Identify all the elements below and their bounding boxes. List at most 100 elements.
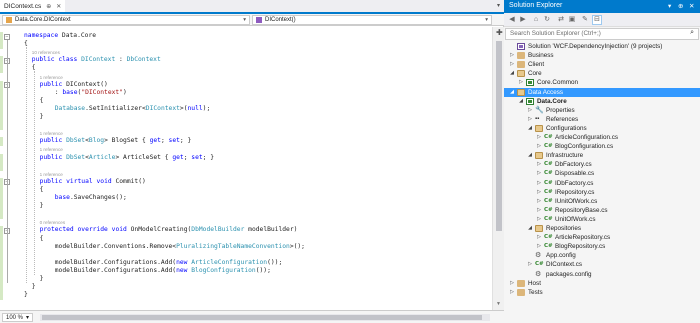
search-icon[interactable]: ⌕ [690,29,694,37]
solution-tree-item[interactable]: ▷ C# DbFactory.cs [504,160,700,169]
solution-tree-item[interactable]: ▷ C# BlogConfiguration.cs [504,142,700,151]
forward-icon[interactable]: ▶ [518,15,528,25]
preview-selected-icon[interactable]: ⊟ [592,15,602,25]
solution-tree-item[interactable]: ▷ C# DIContext.cs [504,260,700,269]
solution-search-input[interactable]: Search Solution Explorer (Ctrl+;) ⌕ [505,28,699,40]
zoom-level: 100 % [6,314,24,321]
solution-tree-item[interactable]: ▷ C# IDbFactory.cs [504,179,700,188]
codelens-label[interactable]: 1 reference [40,172,63,177]
collapsed-arrow-icon[interactable]: ▷ [536,206,542,215]
collapsed-arrow-icon[interactable]: ▷ [518,78,524,87]
config-icon: ⚙ [535,270,542,278]
solution-tree-item[interactable]: ◢ Repositories [504,224,700,233]
collapsed-arrow-icon[interactable]: ▷ [536,169,542,178]
tree-item-label: BlogConfiguration.cs [555,143,614,151]
chevron-down-icon[interactable]: ▾ [668,2,671,10]
wrench-icon: 🔧 [535,106,544,114]
solution-tree-item[interactable]: ▷ C# RepositoryBase.cs [504,206,700,215]
collapsed-arrow-icon[interactable]: ▷ [536,215,542,224]
solution-tree-item[interactable]: ▷ 🔧 Properties [504,106,700,115]
expanded-arrow-icon[interactable]: ◢ [527,124,533,133]
zoom-dropdown[interactable]: 100 % ▾ [2,313,34,322]
csharp-file-icon: C# [544,188,553,195]
solution-tree-item[interactable]: ▷ Business [504,51,700,60]
collapse-all-icon[interactable]: ▣ [567,15,577,25]
collapsed-arrow-icon[interactable]: ▷ [509,279,515,288]
expanded-arrow-icon[interactable]: ◢ [509,88,515,97]
vertical-scrollbar[interactable]: ▼ [492,27,504,310]
collapsed-arrow-icon[interactable]: ▷ [509,51,515,60]
collapsed-arrow-icon[interactable]: ▷ [509,288,515,297]
solution-tree-item[interactable]: ▷ C# ArticleConfiguration.cs [504,133,700,142]
solution-tree-item[interactable]: ▷ C# IRepository.cs [504,188,700,197]
back-icon[interactable]: ◀ [507,15,517,25]
scrollbar-thumb[interactable] [496,41,502,231]
expanded-arrow-icon[interactable]: ◢ [509,69,515,78]
pin-icon[interactable]: ⊕ [46,3,51,10]
chevron-down-icon: ▾ [485,17,488,23]
solution-tree-item[interactable]: ▷ Client [504,60,700,69]
member-navigation-dropdown[interactable]: DIContext() ▾ [252,15,492,25]
close-icon[interactable]: ✕ [56,3,61,10]
code-line: } [40,275,44,284]
collapsed-arrow-icon[interactable]: ▷ [527,260,533,269]
close-icon[interactable]: ✕ [689,2,694,10]
solution-tree-item[interactable]: ⚙ packages.config [504,270,700,279]
scroll-down-icon[interactable]: ▼ [496,301,501,307]
sync-icon[interactable]: ⇄ [556,15,566,25]
home-icon[interactable]: ⌂ [531,15,541,25]
change-marker [0,121,3,131]
type-navigation-dropdown[interactable]: Data.Core.DIContext ▾ [2,15,250,25]
solution-tree-item[interactable]: Solution 'WCF.DependencyInjection' (9 pr… [504,42,700,51]
codelens-label[interactable]: 1 reference [40,131,63,136]
solution-tree-item[interactable]: ▷ C# UnitOfWork.cs [504,215,700,224]
properties-icon[interactable]: ✎ [580,15,590,25]
solution-tree-item[interactable]: ⚙ App.config [504,251,700,260]
code-editor-pane[interactable]: DIContext.cs ⊕ ✕ ▾ Data.Core.DIContext ▾… [0,0,504,323]
collapsed-arrow-icon[interactable]: ▷ [527,115,533,124]
history-icon[interactable]: ↻ [542,15,552,25]
solution-tree-item[interactable]: ◢ Configurations [504,124,700,133]
codelens-label[interactable]: 1 reference [40,147,63,152]
solution-tree-item[interactable]: ▷ Host [504,279,700,288]
collapse-region-icon[interactable]: − [4,33,10,40]
solution-tree-item[interactable]: ▷ C# BlogRepository.cs [504,242,700,251]
collapsed-arrow-icon[interactable]: ▷ [536,133,542,142]
solution-tree[interactable]: Solution 'WCF.DependencyInjection' (9 pr… [504,42,700,323]
collapsed-arrow-icon[interactable]: ▷ [536,142,542,151]
split-window-icon[interactable]: ✚ [496,28,503,37]
collapsed-arrow-icon[interactable]: ▷ [527,106,533,115]
collapsed-arrow-icon[interactable]: ▷ [509,60,515,69]
solution-tree-item[interactable]: ◢ Core [504,69,700,78]
document-tab[interactable]: DIContext.cs ⊕ ✕ [0,0,66,12]
code-line: Database.SetInitializer<DIContext>(null)… [40,105,211,114]
expanded-arrow-icon[interactable]: ◢ [518,97,524,106]
solution-tree-item[interactable]: ◢ Infrastructure [504,151,700,160]
expanded-arrow-icon[interactable]: ◢ [527,224,533,233]
code-text-area[interactable]: −namespace Data.Core{10 references−publi… [0,27,492,310]
codelens-label[interactable]: 1 reference [40,75,63,80]
solution-tree-item[interactable]: ◢ Data.Core [504,97,700,106]
collapsed-arrow-icon[interactable]: ▷ [536,242,542,251]
solution-tree-item[interactable]: ▷ ▪▪ References [504,115,700,124]
solution-tree-item[interactable]: ▷ Tests [504,288,700,297]
solution-tree-item[interactable]: ▷ C# Disposable.cs [504,169,700,178]
collapsed-arrow-icon[interactable]: ▷ [536,160,542,169]
solution-tree-item[interactable]: ▷ Core.Common [504,78,700,87]
chevron-down-icon[interactable]: ▾ [497,2,500,9]
expanded-arrow-icon[interactable]: ◢ [527,151,533,160]
solution-tree-item[interactable]: ▷ C# ArticleRepository.cs [504,233,700,242]
solution-tree-item[interactable]: ▷ C# IUnitOfWork.cs [504,197,700,206]
scrollbar-thumb[interactable] [42,315,482,320]
collapsed-arrow-icon[interactable]: ▷ [536,233,542,242]
search-placeholder: Search Solution Explorer (Ctrl+;) [510,30,601,37]
collapsed-arrow-icon[interactable]: ▷ [536,197,542,206]
horizontal-scrollbar[interactable] [40,314,490,321]
codelens-label[interactable]: 0 references [40,220,66,225]
collapsed-arrow-icon[interactable]: ▷ [536,188,542,197]
collapsed-arrow-icon[interactable]: ▷ [536,179,542,188]
solution-explorer-pane: Solution Explorer ▾ ⊕ ✕ ◀ ▶ ⌂ ↻ ⇄ ▣ ✎ ⊟ … [504,0,700,323]
solution-tree-item[interactable]: ◢ Data Access [504,87,700,97]
pin-icon[interactable]: ⊕ [678,2,683,10]
codelens-label[interactable]: 10 references [32,50,60,55]
